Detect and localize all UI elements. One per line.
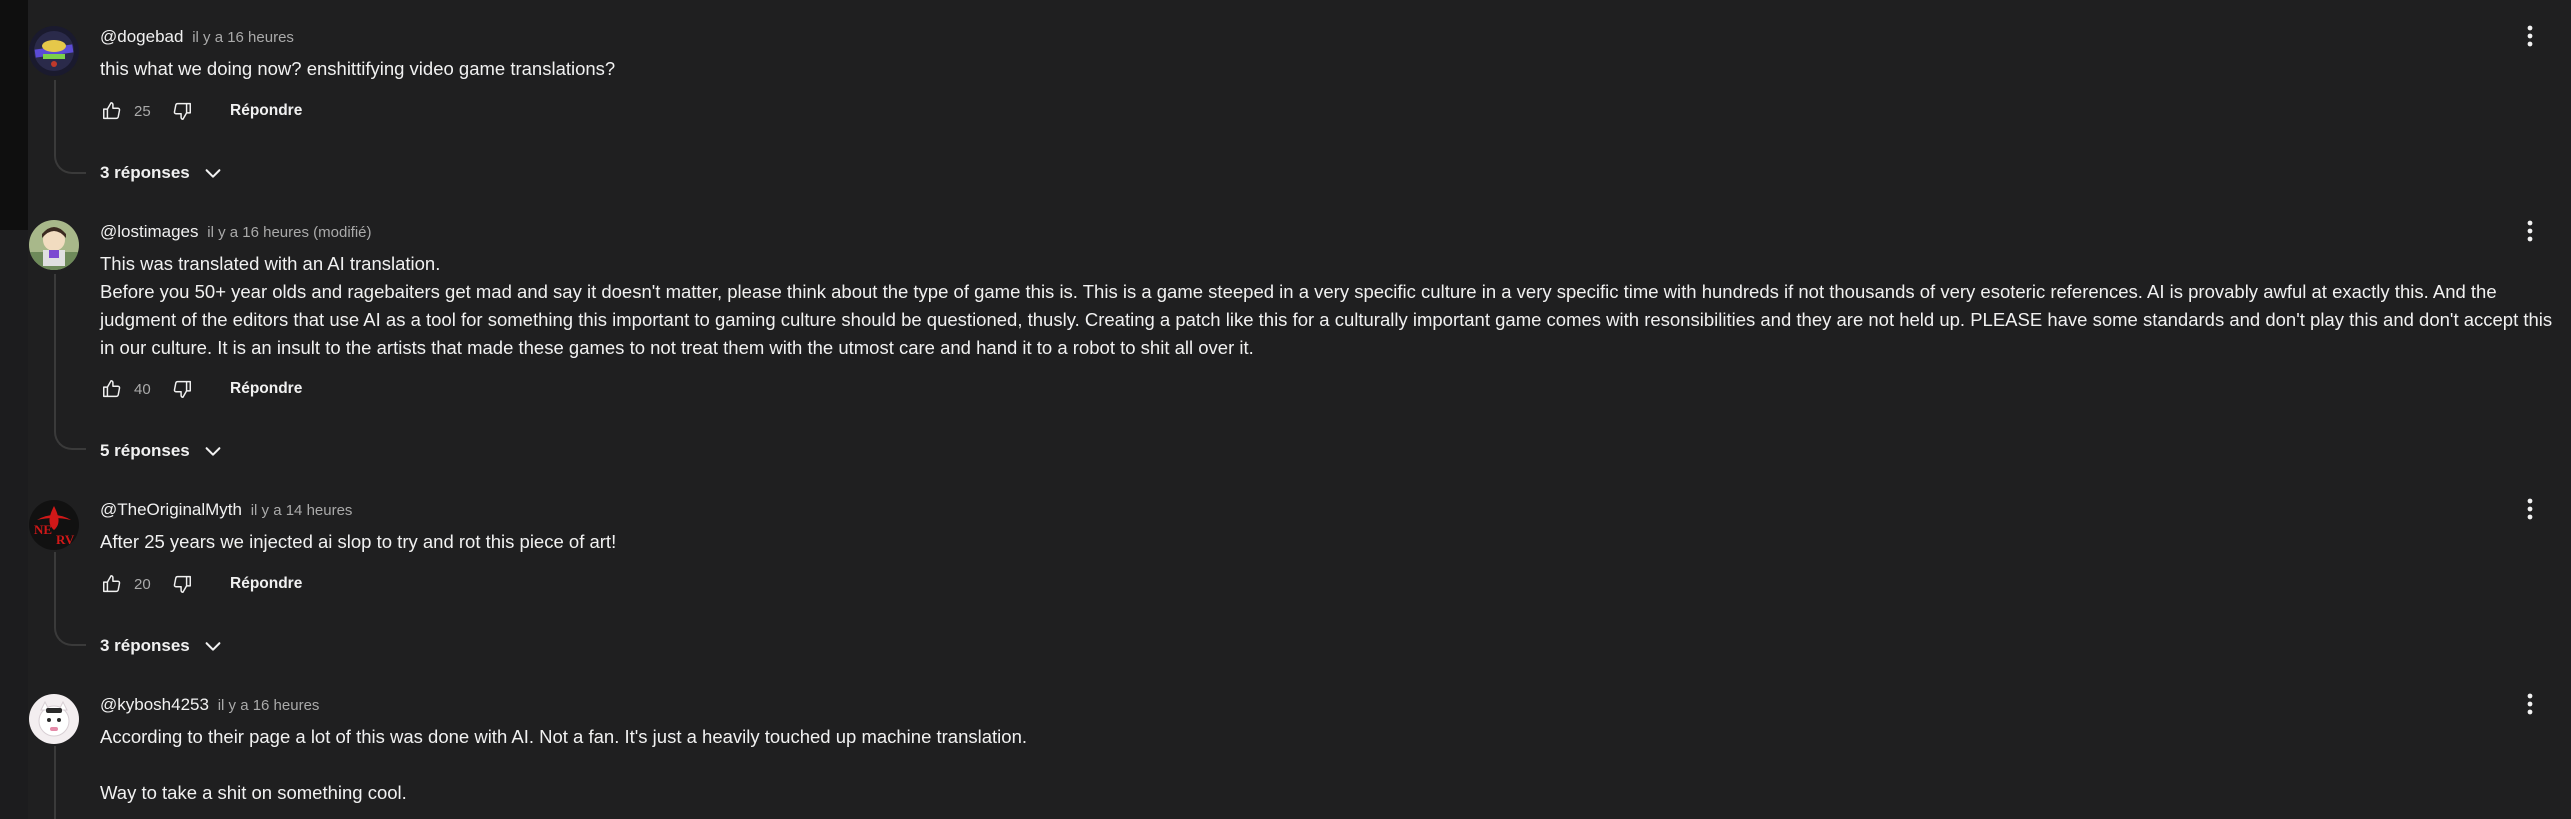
comments-list: @dogebad il y a 16 heures this what we d… bbox=[0, 0, 2571, 819]
avatar[interactable] bbox=[29, 26, 79, 76]
comment-body: This was translated with an AI translati… bbox=[100, 250, 2560, 362]
thumbs-up-icon[interactable] bbox=[100, 99, 124, 123]
nerv-logo-avatar-icon: NE RV bbox=[29, 500, 79, 550]
avatar[interactable] bbox=[29, 694, 79, 744]
anime-character-avatar-icon bbox=[29, 220, 79, 270]
comment-header: @lostimages il y a 16 heures (modifié) bbox=[100, 222, 372, 243]
timestamp[interactable]: il y a 14 heures bbox=[251, 502, 353, 519]
svg-text:NE: NE bbox=[34, 522, 52, 537]
thread-line bbox=[54, 746, 56, 819]
author-name[interactable]: @TheOriginalMyth bbox=[100, 500, 242, 519]
comment-header: @TheOriginalMyth il y a 14 heures bbox=[100, 500, 352, 521]
avatar[interactable] bbox=[29, 220, 79, 270]
more-options-icon[interactable] bbox=[2518, 497, 2542, 521]
replies-count-label: 3 réponses bbox=[100, 163, 190, 182]
more-options-icon[interactable] bbox=[2518, 692, 2542, 716]
chevron-down-icon bbox=[202, 440, 224, 462]
chevron-down-icon bbox=[202, 162, 224, 184]
timestamp[interactable]: il y a 16 heures (modifié) bbox=[207, 224, 371, 241]
thumbs-up-icon[interactable] bbox=[100, 377, 124, 401]
comment-actions: 20 Répondre bbox=[100, 572, 302, 596]
comment-header: @dogebad il y a 16 heures bbox=[100, 27, 294, 48]
replies-count-label: 3 réponses bbox=[100, 636, 190, 655]
thread-line bbox=[54, 552, 56, 622]
comment-body: After 25 years we injected ai slop to tr… bbox=[100, 528, 2560, 556]
comment-actions: 40 Répondre bbox=[100, 377, 302, 401]
comment-text-line: Before you 50+ year olds and ragebaiters… bbox=[100, 281, 2553, 358]
like-count: 40 bbox=[134, 380, 151, 398]
chevron-down-icon bbox=[202, 635, 224, 657]
thumbs-down-icon[interactable] bbox=[170, 377, 194, 401]
thread-curve bbox=[54, 150, 86, 174]
thread-curve bbox=[54, 622, 86, 646]
replies-toggle[interactable]: 3 réponses bbox=[100, 635, 224, 657]
thumbs-down-icon[interactable] bbox=[170, 572, 194, 596]
author-name[interactable]: @dogebad bbox=[100, 27, 183, 46]
thread-line bbox=[54, 274, 56, 426]
white-cat-avatar-icon bbox=[29, 694, 79, 744]
timestamp[interactable]: il y a 16 heures bbox=[192, 29, 294, 46]
replies-toggle[interactable]: 3 réponses bbox=[100, 162, 224, 184]
comment-body: According to their page a lot of this wa… bbox=[100, 723, 2560, 807]
comment-actions: 25 Répondre bbox=[100, 99, 302, 123]
crossed-logo-avatar-icon bbox=[29, 26, 79, 76]
more-options-icon[interactable] bbox=[2518, 24, 2542, 48]
comment-text-line: According to their page a lot of this wa… bbox=[100, 726, 1028, 747]
comment-body: this what we doing now? enshittifying vi… bbox=[100, 55, 2560, 83]
comment-text-line: This was translated with an AI translati… bbox=[100, 253, 441, 274]
timestamp[interactable]: il y a 16 heures bbox=[218, 697, 320, 714]
like-count: 25 bbox=[134, 102, 151, 120]
replies-toggle[interactable]: 5 réponses bbox=[100, 440, 224, 462]
thread-line bbox=[54, 80, 56, 150]
comment-text-line: this what we doing now? enshittifying vi… bbox=[100, 58, 616, 79]
thread-curve bbox=[54, 426, 86, 450]
comment-header: @kybosh4253 il y a 16 heures bbox=[100, 695, 319, 716]
thumbs-up-icon[interactable] bbox=[100, 572, 124, 596]
comment-text-line bbox=[100, 751, 2560, 779]
svg-text:RV: RV bbox=[56, 532, 75, 547]
replies-count-label: 5 réponses bbox=[100, 441, 190, 460]
comment-text-line: After 25 years we injected ai slop to tr… bbox=[100, 531, 617, 552]
avatar[interactable]: NE RV bbox=[29, 500, 79, 550]
thumbs-down-icon[interactable] bbox=[170, 99, 194, 123]
like-count: 20 bbox=[134, 575, 151, 593]
reply-button[interactable]: Répondre bbox=[230, 380, 302, 398]
more-options-icon[interactable] bbox=[2518, 219, 2542, 243]
comment-text-line: Way to take a shit on something cool. bbox=[100, 782, 407, 803]
author-name[interactable]: @lostimages bbox=[100, 222, 199, 241]
reply-button[interactable]: Répondre bbox=[230, 575, 302, 593]
author-name[interactable]: @kybosh4253 bbox=[100, 695, 209, 714]
reply-button[interactable]: Répondre bbox=[230, 102, 302, 120]
